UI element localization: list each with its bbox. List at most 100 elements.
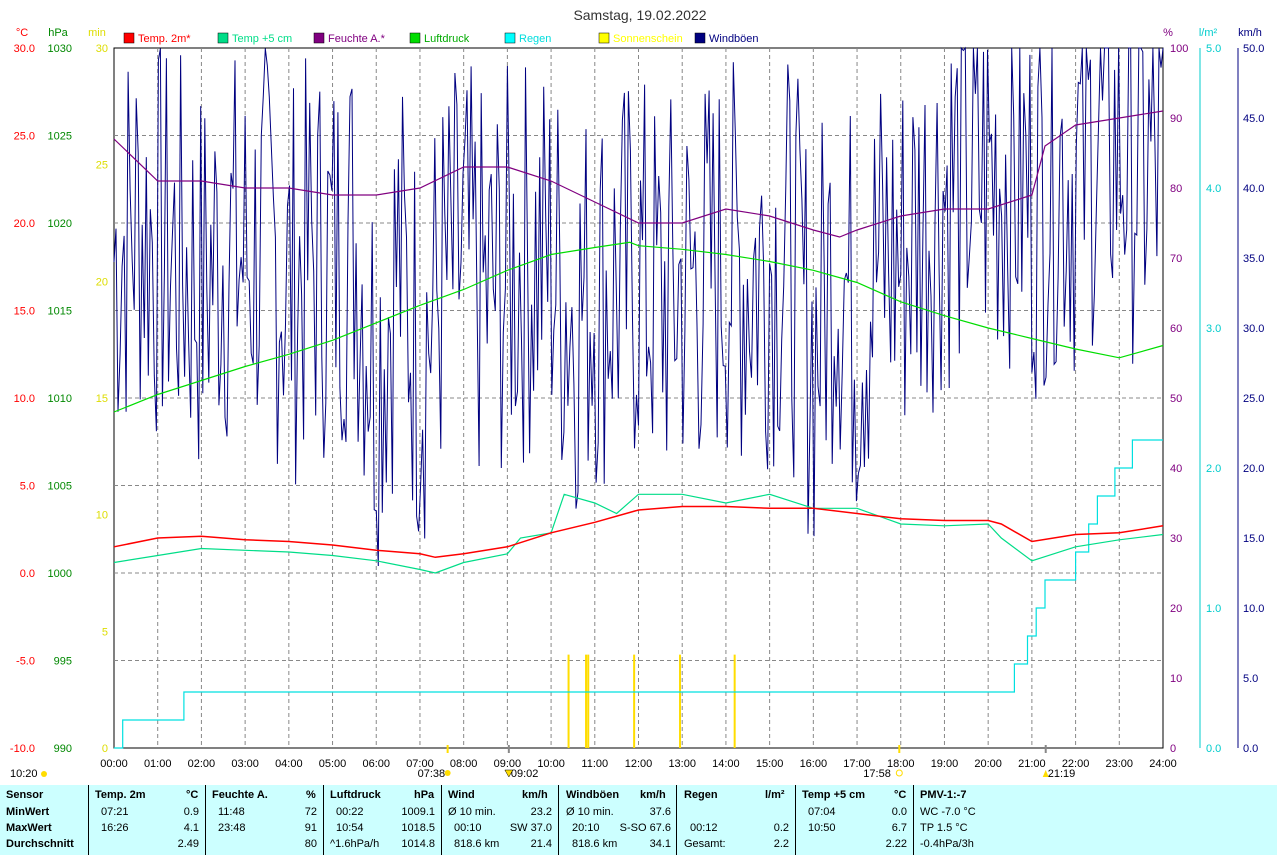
pressure-tick-label: 990 <box>54 743 72 755</box>
sun-tick-label: 30 <box>96 43 108 55</box>
stats-pressure-max: 1018.5 <box>401 822 435 834</box>
stats-pmv-windchill: WC -7.0 °C <box>920 806 976 818</box>
stats-pressure-min-time: 00:22 <box>336 806 364 818</box>
temp-tick-label: -5.0 <box>16 656 35 668</box>
stats-label-max: MaxWert <box>6 822 52 834</box>
x-tick-label: 21:00 <box>1018 758 1046 770</box>
x-tick-label: 04:00 <box>275 758 303 770</box>
legend-label: Sonnenschein <box>613 33 683 45</box>
temp-tick-label: 25.0 <box>14 131 35 143</box>
solar-noon-tick <box>507 745 510 753</box>
stats-gusts-avg-label: Ø 10 min. <box>566 806 614 818</box>
x-tick-label: 08:00 <box>450 758 478 770</box>
humidity-tick-label: 70 <box>1170 253 1182 265</box>
stats-wind-head: Wind <box>448 789 475 801</box>
x-tick-label: 18:00 <box>887 758 915 770</box>
wind-tick-label: 20.0 <box>1243 463 1264 475</box>
temp-tick-label: 30.0 <box>14 43 35 55</box>
stats-label-sensor: Sensor <box>6 789 44 801</box>
pressure-tick-label: 1005 <box>48 481 72 493</box>
stats-temp2m-avg: 2.49 <box>177 838 199 850</box>
stats-pressure-avg: 1014.8 <box>401 838 435 850</box>
x-tick-label: 10:00 <box>537 758 565 770</box>
stats-humidity-max: 91 <box>304 822 317 834</box>
solar-noon-label: 09:02 <box>511 768 539 780</box>
rain-tick-label: 3.0 <box>1206 323 1221 335</box>
wind-tick-label: 10.0 <box>1243 603 1264 615</box>
stats-humidity-min-time: 11:48 <box>218 806 245 818</box>
pressure-tick-label: 1025 <box>48 131 72 143</box>
stats-rain-unit: l/m² <box>765 789 785 801</box>
humidity-tick-label: 0 <box>1170 743 1176 755</box>
stats-pressure-trend: ^1.6hPa/h <box>330 838 380 850</box>
x-tick-label: 13:00 <box>668 758 696 770</box>
stats-label-avg: Durchschnitt <box>6 838 74 850</box>
stats-temp5-head: Temp +5 cm <box>802 789 866 801</box>
humidity-tick-label: 100 <box>1170 43 1188 55</box>
temp-tick-label: 0.0 <box>20 568 35 580</box>
wind-tick-label: 0.0 <box>1243 743 1258 755</box>
pressure-tick-label: 1015 <box>48 306 72 318</box>
sun-tick-label: 10 <box>96 510 108 522</box>
legend-swatch <box>123 32 135 44</box>
moonrise-label: 21:19 <box>1048 768 1076 780</box>
legend-swatch <box>409 32 421 44</box>
stats-pressure-min: 1009.1 <box>401 806 435 818</box>
stats-temp2m-max: 4.1 <box>183 822 199 834</box>
stats-temp2m-min-time: 07:21 <box>101 806 129 818</box>
stats-wind-distance: 818.6 km <box>454 838 500 850</box>
stats-temp5-max-time: 10:50 <box>808 822 836 834</box>
stats-temp2m-max-time: 16:26 <box>101 822 129 834</box>
stats-humidity-max-time: 23:48 <box>218 822 246 834</box>
legend-label: Feuchte A.* <box>328 33 386 45</box>
stats-gusts-head: Windböen <box>566 789 620 801</box>
x-tick-label: 06:00 <box>362 758 390 770</box>
sun-tick-label: 20 <box>96 276 108 288</box>
rain-tick-label: 0.0 <box>1206 743 1221 755</box>
legend-label: Windböen <box>709 33 759 45</box>
statistics-panel: Sensor MinWert MaxWert Durchschnitt Temp… <box>0 785 1277 855</box>
humidity-tick-label: 10 <box>1170 673 1182 685</box>
rain-tick-label: 5.0 <box>1206 43 1221 55</box>
pressure-unit-label: hPa <box>48 27 68 39</box>
stats-gusts-distance: 818.6 km <box>572 838 618 850</box>
sunrise-label: 07:38 <box>418 768 446 780</box>
stats-rain-head: Regen <box>684 789 718 801</box>
legend-swatch <box>313 32 325 44</box>
pressure-tick-label: 1010 <box>48 393 72 405</box>
rain-tick-label: 1.0 <box>1206 603 1221 615</box>
legend-label: Temp. 2m* <box>138 33 191 45</box>
stats-temp5-unit: °C <box>894 789 907 801</box>
legend-swatch <box>504 32 516 44</box>
temp-tick-label: 5.0 <box>20 481 35 493</box>
temp-tick-label: 20.0 <box>14 218 35 230</box>
x-tick-label: 12:00 <box>625 758 653 770</box>
x-tick-label: 00:00 <box>100 758 128 770</box>
x-tick-label: 16:00 <box>800 758 828 770</box>
stats-temp2m-min: 0.9 <box>183 806 199 818</box>
stats-temp2m-unit: °C <box>186 789 199 801</box>
stats-humidity-avg: 80 <box>304 838 317 850</box>
pressure-tick-label: 1000 <box>48 568 72 580</box>
stats-humidity-head: Feuchte A. <box>212 789 268 801</box>
legend-swatch <box>598 32 610 44</box>
wind-tick-label: 50.0 <box>1243 43 1264 55</box>
weather-chart: Samstag, 19.02.2022 Temp. 2m* Temp +5 cm F… <box>0 0 1277 785</box>
stats-wind-max: SW 37.0 <box>509 822 552 834</box>
legend-label: Regen <box>519 33 551 45</box>
rain-unit-label: l/m² <box>1199 27 1218 39</box>
stats-pmv-head: PMV-1:-7 <box>920 789 967 801</box>
wind-tick-label: 5.0 <box>1243 673 1258 685</box>
wind-tick-label: 15.0 <box>1243 533 1264 545</box>
wind-unit-label: km/h <box>1238 27 1262 39</box>
sun-unit-label: min <box>88 27 106 39</box>
stats-pmv-dewpoint: TP 1.5 °C <box>920 822 968 834</box>
stats-temp2m-head: Temp. 2m <box>95 789 146 801</box>
stats-temp5-min: 0.0 <box>891 806 907 818</box>
stats-gusts-unit: km/h <box>640 789 666 801</box>
x-tick-label: 03:00 <box>231 758 259 770</box>
x-tick-label: 19:00 <box>931 758 959 770</box>
sunrise-tick <box>446 745 449 753</box>
pressure-tick-label: 1020 <box>48 218 72 230</box>
stats-rain-max-time: 00:12 <box>690 822 718 834</box>
